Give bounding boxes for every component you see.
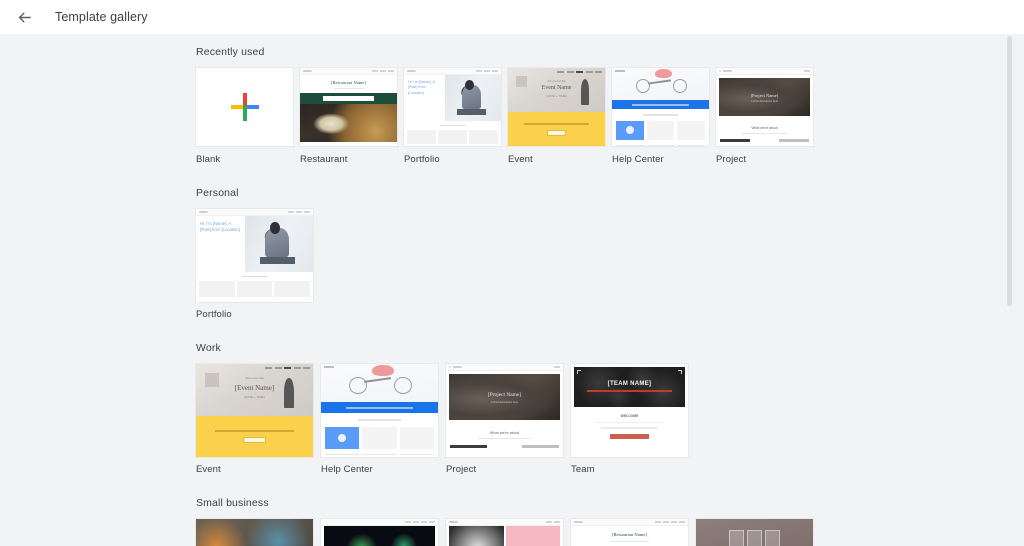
thumbnail-text: A short description here [719, 100, 810, 103]
template-thumbnail-event: Join us for the [Event Name] [DATE + TIM… [196, 364, 313, 457]
template-thumbnail-restaurant: [Restaurant Name] [571, 519, 688, 546]
thumbnail-text: [Project Name] [449, 392, 560, 398]
thumbnail-text: [Project Name] [719, 93, 810, 98]
template-card-portfolio[interactable]: Hi, I'm [Name]. A [Role] from [Location]… [404, 68, 501, 165]
template-label: Blank [196, 154, 293, 165]
template-thumbnail-mural: [ Name ] Your tagline or a short descrip… [196, 519, 313, 546]
template-card-small-business-2[interactable] [321, 519, 438, 546]
project-photo: [Project Name] A short description here [719, 78, 810, 116]
template-label: Restaurant [300, 154, 397, 165]
template-label: Portfolio [196, 309, 313, 320]
template-thumbnail-portfolio: Hi, I'm [Name]. A [Role] from [Location] [196, 209, 313, 302]
template-card-help-center[interactable]: Help Center [612, 68, 709, 165]
template-label: Portfolio [404, 154, 501, 165]
thumbnail-text: Hi, I'm [Name]. A [Role] from [Location] [408, 80, 441, 96]
template-row-recently-used: Blank [Restaurant Name] Restaurant [196, 68, 1024, 165]
template-label: Team [571, 464, 688, 475]
thumbnail-text: Join us for the [508, 79, 605, 83]
product-photo [506, 526, 561, 546]
template-thumbnail-team: [TEAM NAME] WELCOME [571, 364, 688, 457]
section-recently-used: Recently used Blank [Restaurant Name] [196, 46, 1024, 165]
section-title-personal: Personal [196, 187, 1024, 199]
template-card-small-business-4[interactable]: [Restaurant Name] [571, 519, 688, 546]
mural-photo: [ Name ] Your tagline or a short descrip… [196, 519, 313, 546]
template-label: Project [716, 154, 813, 165]
template-label: Project [446, 464, 563, 475]
avatar [338, 434, 346, 442]
project-photo: [Project Name] A short description here [449, 374, 560, 420]
template-card-blank[interactable]: Blank [196, 68, 293, 165]
template-thumbnail-restaurant: [Restaurant Name] [300, 68, 397, 146]
template-label: Help Center [612, 154, 709, 165]
arrow-left-icon [16, 9, 33, 26]
scrollbar-thumb[interactable] [1007, 36, 1012, 306]
thumbnail-text: Hi, I'm [Name]. A [Role] from [Location] [200, 221, 241, 234]
template-card-event[interactable]: Join us for the [Event Name] [DATE + TIM… [196, 364, 313, 475]
template-thumbnail-neon [321, 519, 438, 546]
thumbnail-text: What we're about [716, 126, 813, 130]
template-card-help-center[interactable]: Help Center [321, 364, 438, 475]
template-card-small-business-5[interactable]: Look & Feel Beautiful The Best Service F… [696, 519, 813, 546]
template-card-small-business-3[interactable] [446, 519, 563, 546]
template-row-personal: Hi, I'm [Name]. A [Role] from [Location]… [196, 209, 1024, 320]
template-card-portfolio[interactable]: Hi, I'm [Name]. A [Role] from [Location]… [196, 209, 313, 320]
thumbnail-text: WELCOME [574, 414, 685, 418]
template-thumbnail-portfolio: Hi, I'm [Name]. A [Role] from [Location] [404, 68, 501, 146]
person-photo [245, 216, 313, 272]
bike-illustration [321, 364, 438, 402]
template-gallery-scroll-area[interactable]: Recently used Blank [Restaurant Name] [0, 34, 1024, 546]
template-thumbnail-event: Join us for the Event Name [DATE + TIME] [508, 68, 605, 146]
person-photo [445, 75, 501, 121]
template-label: Event [196, 464, 313, 475]
template-thumbnail-project: [Project Name] A short description here … [716, 68, 813, 146]
thumbnail-text: [Restaurant Name] [300, 80, 397, 85]
thumbnail-text: [DATE + TIME] [508, 94, 605, 98]
avatar [626, 126, 634, 134]
template-thumbnail-help-center [612, 68, 709, 146]
template-thumbnail-blank [196, 68, 293, 146]
app-header: Template gallery [0, 0, 1024, 34]
section-title-small-business: Small business [196, 497, 1024, 509]
section-small-business: Small business [ Name ] Your tagline or … [196, 497, 1024, 546]
template-card-event[interactable]: Join us for the Event Name [DATE + TIME]… [508, 68, 605, 165]
vertical-scrollbar[interactable] [1007, 34, 1012, 546]
page-title: Template gallery [55, 10, 148, 24]
section-personal: Personal Hi, I'm [Name]. A [Role] from [… [196, 187, 1024, 320]
world-map-photo: [TEAM NAME] [574, 367, 685, 407]
back-button[interactable] [12, 5, 36, 29]
salon-photo: Look & Feel Beautiful The Best Service F… [696, 519, 813, 546]
thumbnail-text: [TEAM NAME] [574, 381, 685, 387]
neon-lights-photo [324, 526, 435, 546]
template-card-team[interactable]: [TEAM NAME] WELCOME Team [571, 364, 688, 475]
template-label: Event [508, 154, 605, 165]
thumbnail-text: A short description here [449, 401, 560, 404]
section-title-recently-used: Recently used [196, 46, 1024, 58]
template-card-small-business-1[interactable]: [ Name ] Your tagline or a short descrip… [196, 519, 313, 546]
thumbnail-text: Join us for the [196, 376, 313, 380]
template-thumbnail-project: [Project Name] A short description here … [446, 364, 563, 457]
section-title-work: Work [196, 342, 1024, 354]
template-label: Help Center [321, 464, 438, 475]
thumbnail-text: [Restaurant Name] [571, 532, 688, 537]
template-row-work: Join us for the [Event Name] [DATE + TIM… [196, 364, 1024, 475]
template-card-project[interactable]: [Project Name] A short description here … [446, 364, 563, 475]
bike-illustration [612, 68, 709, 100]
portrait-photo [449, 526, 504, 546]
template-card-project[interactable]: [Project Name] A short description here … [716, 68, 813, 165]
thumbnail-text: Event Name [508, 85, 605, 91]
template-row-small-business: [ Name ] Your tagline or a short descrip… [196, 519, 1024, 546]
plus-icon [231, 93, 259, 121]
thumbnail-text: What we're about [446, 431, 563, 435]
template-thumbnail-bw-pink [446, 519, 563, 546]
template-thumbnail-help-center [321, 364, 438, 457]
thumbnail-text: [Event Name] [196, 384, 313, 392]
section-work: Work Join us for the [Event Name] [DATE … [196, 342, 1024, 475]
template-thumbnail-beauty: Look & Feel Beautiful The Best Service F… [696, 519, 813, 546]
thumbnail-text: [DATE + TIME] [196, 395, 313, 399]
template-card-restaurant[interactable]: [Restaurant Name] Restaurant [300, 68, 397, 165]
food-photo [300, 104, 397, 142]
